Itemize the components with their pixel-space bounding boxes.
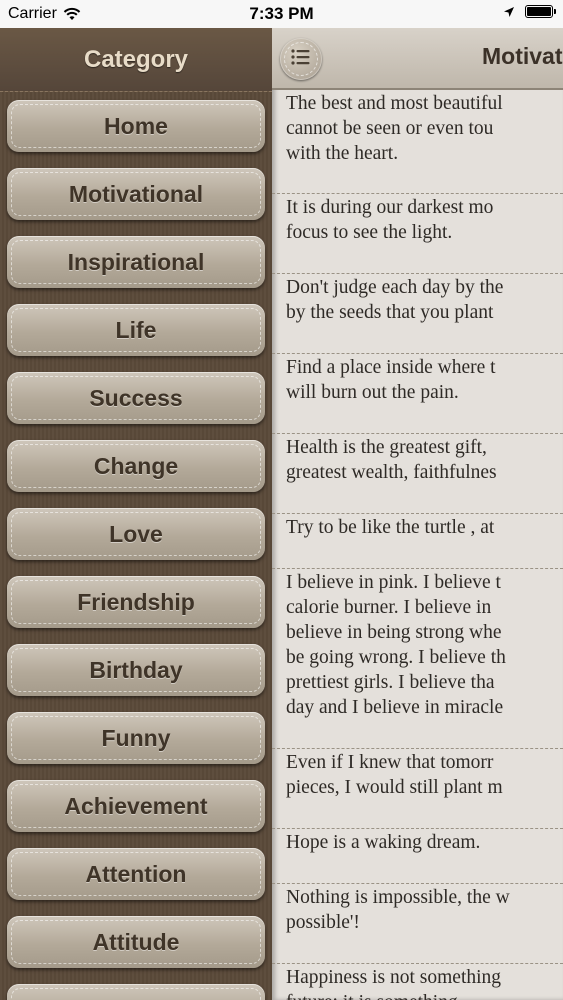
category-button[interactable] [7, 984, 265, 1000]
category-button[interactable]: Life [7, 304, 265, 356]
battery-icon [525, 5, 556, 18]
quote-text-line: day and I believe in miracle [286, 697, 504, 718]
category-label: Birthday [89, 656, 183, 683]
category-sidebar: Category Home Motivational Inspirational Li… [0, 28, 272, 1000]
quote-text-line: The best and most beautiful [286, 93, 503, 114]
quote-text-line: future; it is something [286, 990, 563, 1000]
category-label: Attitude [92, 928, 180, 955]
quote-text-line: Health is the greatest gift, [286, 437, 487, 458]
category-button[interactable]: Home [7, 100, 265, 152]
category-button[interactable]: Success [7, 372, 265, 424]
quote-text-line: calorie burner. I believe in [286, 597, 492, 618]
status-bar: Carrier 7:33 PM [0, 0, 563, 28]
category-label: Funny [101, 724, 171, 751]
battery-fill [527, 7, 551, 16]
category-label: Success [89, 384, 183, 411]
menu-button[interactable] [280, 38, 322, 80]
quote-text-line: prettiest girls. I believe tha [286, 672, 495, 693]
quotes-panel: Motivational The best and most beautiful… [272, 28, 563, 1000]
category-list: Home Motivational Inspirational Life Success… [0, 92, 272, 1000]
quote-list: The best and most beautiful cannot be see… [272, 90, 563, 1000]
category-button[interactable]: Friendship [7, 576, 265, 628]
page-title: Motivational [482, 43, 563, 69]
category-label: Love [109, 520, 163, 547]
category-button[interactable]: Attention [7, 848, 265, 900]
quote-text-line: by the seeds that you plant [286, 302, 494, 323]
category-label: Attention [85, 860, 187, 887]
category-label: Change [93, 452, 179, 479]
quote-text-line: I believe in pink. I believe t [286, 572, 501, 593]
category-button[interactable]: Change [7, 440, 265, 492]
list-menu-icon [290, 48, 312, 71]
category-label: Inspirational [67, 248, 205, 275]
status-time: 7:33 PM [249, 4, 314, 23]
quote-text-line: Try to be like the turtle , at [286, 517, 495, 538]
quote-text-line: greatest wealth, faithfulnes [286, 462, 497, 483]
quote-item[interactable]: Even if I knew that tomorr pieces, I woul… [272, 749, 563, 829]
category-button[interactable]: Birthday [7, 644, 265, 696]
category-label: Home [104, 112, 168, 139]
quote-text-line: Hope is a waking dream. [286, 832, 481, 853]
quote-text-line: Find a place inside where t [286, 357, 496, 378]
category-label: Friendship [77, 588, 195, 615]
location-arrow-icon [503, 6, 515, 18]
quote-item[interactable]: Try to be like the turtle , at [272, 514, 563, 569]
category-button[interactable]: Achievement [7, 780, 265, 832]
category-button[interactable]: Motivational [7, 168, 265, 220]
quote-text-line: focus to see the light. [286, 222, 453, 243]
quote-text-line: Nothing is impossible, the w [286, 887, 510, 908]
category-button[interactable]: Funny [7, 712, 265, 764]
quote-item[interactable]: It is during our darkest mo focus to see … [272, 194, 563, 274]
quote-item[interactable]: The best and most beautiful cannot be see… [272, 90, 563, 194]
main-header: Motivational [272, 28, 563, 90]
quote-text-line: Don't judge each day by the [286, 277, 504, 298]
quote-text-line: possible'! [286, 912, 360, 933]
category-button[interactable]: Inspirational [7, 236, 265, 288]
quote-text-line: Happiness is not something [286, 967, 502, 988]
quote-text-line: be going wrong. I believe th [286, 647, 506, 668]
category-label: Life [115, 316, 157, 343]
quote-text-line: pieces, I would still plant m [286, 777, 503, 798]
quote-item[interactable]: Nothing is impossible, the w possible'! [272, 884, 563, 964]
quote-text-line: believe in being strong whe [286, 622, 502, 643]
quote-item[interactable]: Hope is a waking dream. [272, 829, 563, 884]
quote-text-line: It is during our darkest mo [286, 197, 494, 218]
category-button[interactable]: Love [7, 508, 265, 560]
quote-item[interactable]: Health is the greatest gift, greatest wea… [272, 434, 563, 514]
quote-text-line: with the heart. [286, 143, 399, 164]
quote-item[interactable]: I believe in pink. I believe t calorie bu… [272, 569, 563, 749]
sidebar-title: Category [83, 45, 189, 73]
status-right [503, 5, 556, 18]
sidebar-header: Category [0, 28, 272, 92]
quote-item[interactable]: Happiness is not something future; it is … [272, 964, 563, 1000]
category-label: Motivational [68, 180, 204, 207]
quote-text-line: will burn out the pain. [286, 382, 459, 403]
category-button[interactable]: Attitude [7, 916, 265, 968]
category-label: Achievement [64, 792, 208, 819]
quote-text-line: Even if I knew that tomorr [286, 752, 494, 773]
quote-item[interactable]: Don't judge each day by the by the seeds … [272, 274, 563, 354]
quote-text-line: cannot be seen or even tou [286, 118, 494, 139]
quote-item[interactable]: Find a place inside where t will burn out… [272, 354, 563, 434]
